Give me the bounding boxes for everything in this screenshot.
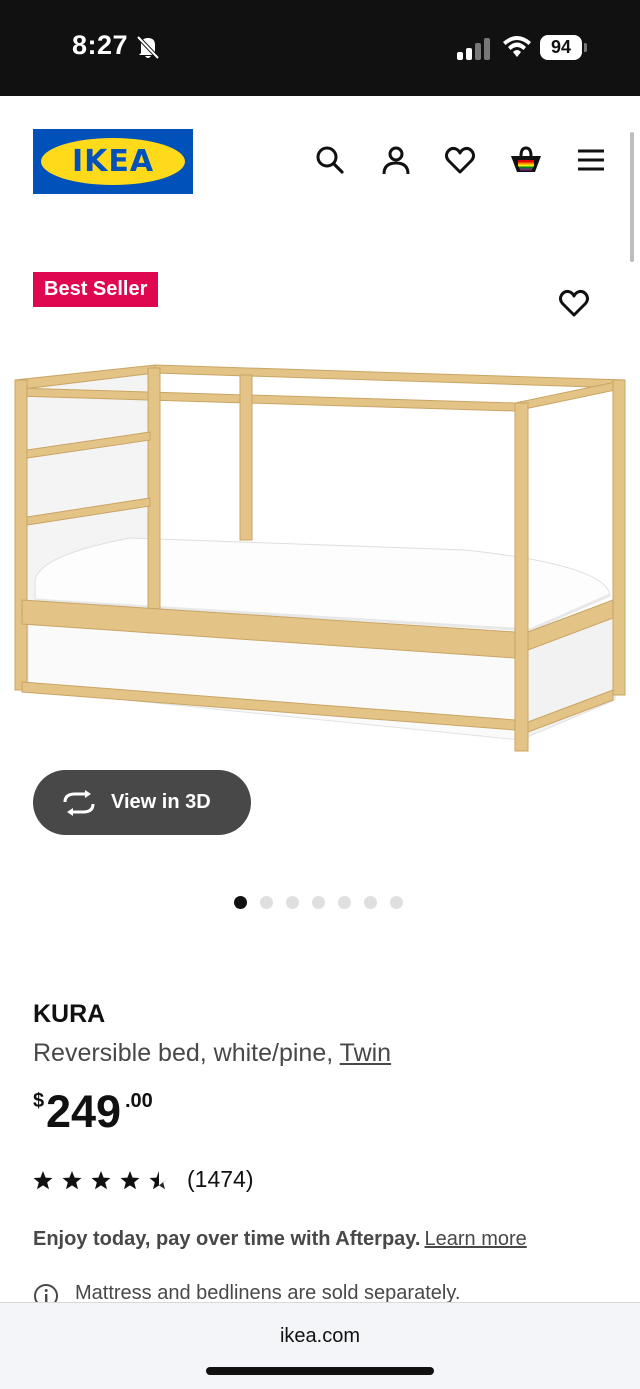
battery-indicator: 94: [540, 35, 582, 60]
browser-bottom-bar: ikea.com: [0, 1302, 640, 1389]
star-icon: [62, 1171, 82, 1190]
status-bar: 8:27 94: [0, 0, 640, 96]
cellular-signal-icon: [457, 38, 491, 65]
best-seller-badge: Best Seller: [33, 272, 159, 307]
product-image[interactable]: [10, 360, 630, 760]
view-in-3d-label: View in 3D: [111, 791, 211, 813]
size-link[interactable]: Twin: [340, 1039, 391, 1067]
carousel-dot[interactable]: [260, 896, 273, 909]
home-indicator[interactable]: [206, 1367, 434, 1375]
search-icon[interactable]: [314, 144, 346, 176]
carousel-dot[interactable]: [364, 896, 377, 909]
price-decimal: .00: [125, 1090, 153, 1112]
account-icon[interactable]: [380, 144, 412, 176]
view-in-3d-button[interactable]: View in 3D: [33, 770, 251, 835]
rotate-3d-icon: [61, 790, 97, 821]
star-icon: [120, 1171, 140, 1190]
page-scrollbar[interactable]: [630, 132, 634, 262]
battery-cap: [584, 43, 587, 52]
shopping-bag-icon[interactable]: [509, 144, 541, 176]
carousel-dot[interactable]: [338, 896, 351, 909]
product-name: KURA: [33, 1000, 106, 1028]
carousel-dot[interactable]: [390, 896, 403, 909]
ikea-logo[interactable]: IKEA: [33, 129, 193, 194]
star-icon: [91, 1171, 111, 1190]
logo-text: IKEA: [71, 144, 155, 179]
afterpay-promo: Enjoy today, pay over time with Afterpay…: [33, 1228, 527, 1251]
status-time: 8:27: [72, 30, 129, 60]
heart-icon[interactable]: [444, 144, 476, 176]
address-bar[interactable]: ikea.com: [0, 1325, 640, 1348]
carousel-dot[interactable]: [312, 896, 325, 909]
price-currency: $: [33, 1090, 45, 1112]
star-icon: [33, 1171, 53, 1190]
afterpay-text: Enjoy today, pay over time with Afterpay…: [33, 1228, 421, 1250]
carousel-dot[interactable]: [286, 896, 299, 909]
menu-icon[interactable]: [575, 144, 607, 176]
add-to-favorites-heart-icon[interactable]: [556, 287, 592, 319]
half-star-icon: [149, 1171, 159, 1190]
site-header: IKEA: [0, 96, 640, 226]
rating-stars[interactable]: [33, 1168, 173, 1197]
product-description: Reversible bed, white/pine, Twin: [33, 1039, 391, 1068]
bell-off-icon: [136, 34, 160, 65]
review-count[interactable]: (1474): [187, 1166, 253, 1193]
wifi-icon: [502, 36, 532, 63]
price-integer: 249: [46, 1086, 122, 1137]
product-description-text: Reversible bed, white/pine,: [33, 1039, 340, 1067]
carousel-dot-active[interactable]: [234, 896, 247, 909]
learn-more-link[interactable]: Learn more: [425, 1228, 527, 1250]
